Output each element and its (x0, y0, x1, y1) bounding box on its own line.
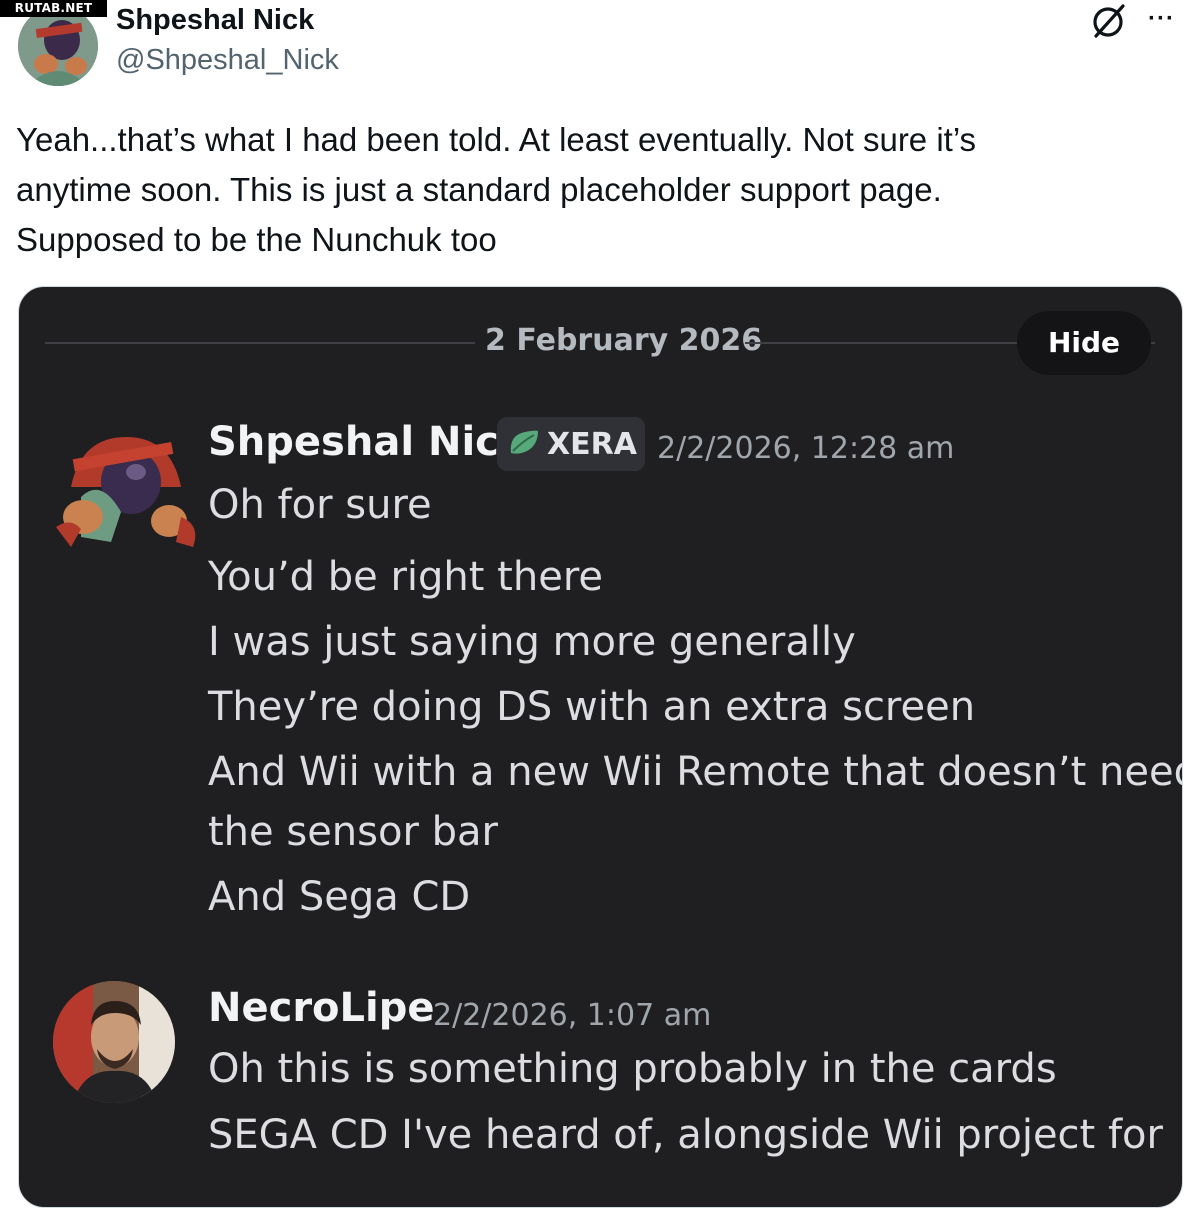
message-author-avatar[interactable] (53, 981, 175, 1103)
message-line: SEGA CD I've heard of, alongside Wii pro… (208, 1112, 1163, 1158)
message-line: And Sega CD (208, 874, 471, 920)
tweet-author-handle[interactable]: @Shpeshal_Nick (116, 44, 339, 77)
message-timestamp[interactable]: 2/2/2026, 12:28 am (657, 431, 954, 466)
message-line: You’d be right there (208, 554, 603, 600)
message-author-name[interactable]: Shpeshal Nick (208, 419, 525, 465)
message-author-avatar[interactable] (51, 417, 196, 547)
message-line: They’re doing DS with an extra screen (208, 684, 976, 730)
site-watermark: RUTAB.NET (0, 0, 107, 17)
message-line: And Wii with a new Wii Remote that doesn… (208, 749, 1183, 795)
tweet-text-line: Yeah...that’s what I had been told. At l… (16, 121, 977, 158)
message-line: Oh this is something probably in the car… (208, 1046, 1057, 1092)
message-line: Oh for sure (208, 482, 432, 528)
server-tag-badge[interactable]: XERA (497, 417, 645, 471)
message-line: I was just saying more generally (208, 619, 856, 665)
message-line: the sensor bar (208, 809, 498, 855)
divider-line (45, 342, 475, 344)
message-author-name[interactable]: NecroLipe (208, 985, 434, 1031)
attached-media-image[interactable]: 2 February 2026 Hide Shpeshal Nick XERA … (18, 286, 1183, 1208)
server-tag-label: XERA (547, 426, 637, 462)
hide-button[interactable]: Hide (1017, 311, 1151, 375)
message-timestamp[interactable]: 2/2/2026, 1:07 am (433, 998, 711, 1033)
tweet-author-avatar[interactable] (18, 6, 98, 86)
tweet-author-name[interactable]: Shpeshal Nick (116, 4, 314, 37)
leaf-icon (507, 427, 541, 462)
more-options-icon[interactable]: ··· (1148, 4, 1175, 34)
tweet-text-line: anytime soon. This is just a standard pl… (16, 171, 942, 208)
date-divider-label: 2 February 2026 (485, 323, 763, 358)
grok-icon[interactable] (1090, 2, 1128, 40)
date-divider-row: 2 February 2026 Hide (19, 287, 1182, 397)
tweet-text: Yeah...that’s what I had been told. At l… (16, 115, 1176, 265)
tweet-text-line: Supposed to be the Nunchuk too (16, 221, 497, 258)
